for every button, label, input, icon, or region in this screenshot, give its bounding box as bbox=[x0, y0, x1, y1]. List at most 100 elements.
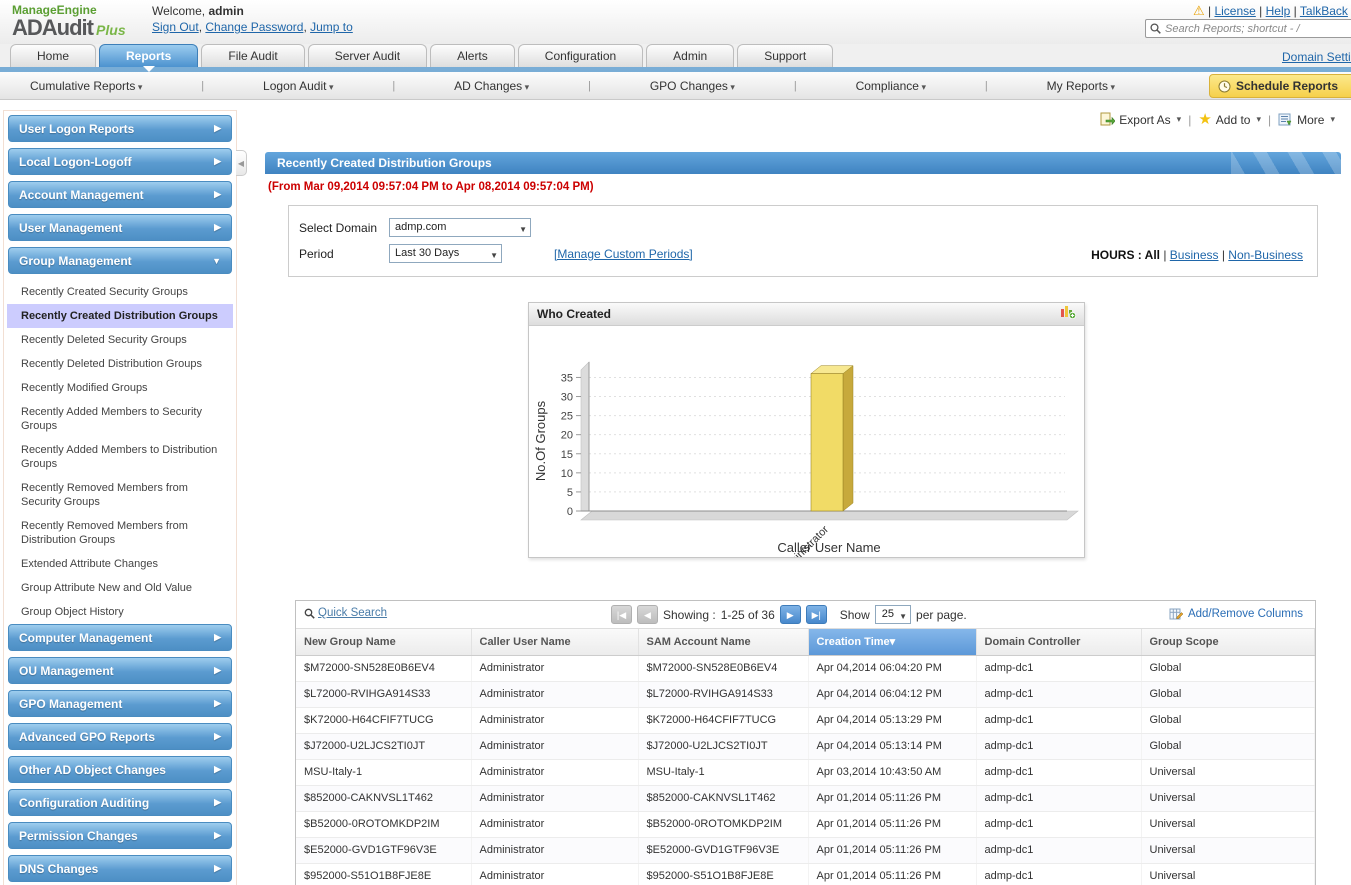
sidebar-section-dns-changes[interactable]: DNS Changes▶ bbox=[8, 855, 232, 882]
next-page-button[interactable]: ▶ bbox=[780, 605, 801, 624]
cell: $M72000-SN528E0B6EV4 bbox=[638, 655, 808, 681]
subnav-gpo-changes[interactable]: GPO Changes bbox=[650, 79, 735, 93]
domain-select[interactable]: admp.com bbox=[389, 218, 531, 237]
chevron-right-icon: ▶ bbox=[214, 764, 221, 775]
sidebar-section-label: Group Management bbox=[19, 254, 212, 268]
bar-administrator bbox=[811, 374, 843, 511]
column-header-domain-controller[interactable]: Domain Controller bbox=[976, 629, 1141, 655]
sidebar-item-recently-removed-members-from-distribution-groups[interactable]: Recently Removed Members from Distributi… bbox=[7, 514, 233, 552]
table-row[interactable]: $K72000-H64CFIF7TUCGAdministrator$K72000… bbox=[296, 707, 1315, 733]
period-select[interactable]: Last 30 Days bbox=[389, 244, 502, 263]
quick-search-link[interactable]: Quick Search bbox=[304, 607, 387, 619]
sidebar-item-recently-created-security-groups[interactable]: Recently Created Security Groups bbox=[7, 280, 233, 304]
sidebar-section-permission-changes[interactable]: Permission Changes▶ bbox=[8, 822, 232, 849]
subnav-compliance[interactable]: Compliance bbox=[856, 79, 926, 93]
tab-alerts[interactable]: Alerts bbox=[430, 44, 515, 67]
tab-server-audit[interactable]: Server Audit bbox=[308, 44, 427, 67]
table-row[interactable]: $L72000-RVIHGA914S33Administrator$L72000… bbox=[296, 681, 1315, 707]
manage-custom-periods-link[interactable]: [Manage Custom Periods] bbox=[554, 247, 693, 261]
warning-icon[interactable]: ⚠ bbox=[1193, 3, 1205, 18]
column-header-caller-user-name[interactable]: Caller User Name bbox=[471, 629, 638, 655]
top-link-talkback[interactable]: TalkBack bbox=[1300, 4, 1348, 18]
table-row[interactable]: $852000-CAKNVSL1T462Administrator$852000… bbox=[296, 785, 1315, 811]
table-row[interactable]: MSU-Italy-1AdministratorMSU-Italy-1Apr 0… bbox=[296, 759, 1315, 785]
svg-text:15: 15 bbox=[561, 449, 573, 461]
cell: $852000-CAKNVSL1T462 bbox=[296, 785, 471, 811]
sidebar-item-group-attribute-new-and-old-value[interactable]: Group Attribute New and Old Value bbox=[7, 576, 233, 600]
chart-type-icon[interactable] bbox=[1060, 303, 1076, 319]
who-created-chart-panel: Who Created 05101520253035administratorC… bbox=[528, 302, 1085, 558]
subnav-cumulative-reports[interactable]: Cumulative Reports bbox=[30, 79, 142, 93]
hours-business-link[interactable]: Business bbox=[1170, 248, 1219, 262]
sidebar-section-configuration-auditing[interactable]: Configuration Auditing▶ bbox=[8, 789, 232, 816]
add-to-button[interactable]: ★ Add to bbox=[1198, 113, 1261, 127]
select-domain-label: Select Domain bbox=[299, 221, 389, 235]
export-icon bbox=[1100, 112, 1115, 127]
sidebar-item-recently-modified-groups[interactable]: Recently Modified Groups bbox=[7, 376, 233, 400]
tab-bar: HomeReportsFile AuditServer AuditAlertsC… bbox=[0, 44, 1351, 67]
hours-all-label[interactable]: HOURS : All bbox=[1091, 248, 1160, 262]
sidebar-item-recently-added-members-to-security-groups[interactable]: Recently Added Members to Security Group… bbox=[7, 400, 233, 438]
who-created-chart: 05101520253035administratorCaller User N… bbox=[529, 326, 1084, 560]
sidebar-section-user-logon-reports[interactable]: User Logon Reports▶ bbox=[8, 115, 232, 142]
app-logo: ManageEngine ADAudit Plus bbox=[12, 4, 126, 39]
table-row[interactable]: $952000-S51O1B8FJE8EAdministrator$952000… bbox=[296, 863, 1315, 885]
subnav-my-reports[interactable]: My Reports bbox=[1047, 79, 1115, 93]
table-row[interactable]: $J72000-U2LJCS2TI0JTAdministrator$J72000… bbox=[296, 733, 1315, 759]
search-input[interactable]: Search Reports; shortcut - / bbox=[1145, 19, 1351, 38]
tab-configuration[interactable]: Configuration bbox=[518, 44, 643, 67]
column-header-new-group-name[interactable]: New Group Name bbox=[296, 629, 471, 655]
schedule-reports-button[interactable]: Schedule Reports bbox=[1209, 74, 1351, 98]
tab-support[interactable]: Support bbox=[737, 44, 833, 67]
username: admin bbox=[208, 4, 243, 18]
domain-settings-link[interactable]: Domain Settings bbox=[1282, 50, 1351, 64]
sidebar-section-ou-management[interactable]: OU Management▶ bbox=[8, 657, 232, 684]
hours-filter: HOURS : All | Business | Non-Business bbox=[1091, 248, 1303, 262]
header-link-sign-out[interactable]: Sign Out bbox=[152, 20, 199, 34]
last-page-button[interactable]: ▶| bbox=[806, 605, 827, 624]
subnav-ad-changes[interactable]: AD Changes bbox=[454, 79, 529, 93]
table-row[interactable]: $E52000-GVD1GTF96V3EAdministrator$E52000… bbox=[296, 837, 1315, 863]
header-link-jump-to[interactable]: Jump to bbox=[310, 20, 353, 34]
report-toolbar: Export As | ★ Add to | More bbox=[1100, 112, 1335, 127]
column-header-group-scope[interactable]: Group Scope bbox=[1141, 629, 1315, 655]
hours-nonbusiness-link[interactable]: Non-Business bbox=[1228, 248, 1303, 262]
add-remove-columns-link[interactable]: Add/Remove Columns bbox=[1169, 607, 1303, 621]
titlebar-stripes bbox=[1231, 152, 1341, 174]
sidebar-item-recently-created-distribution-groups[interactable]: Recently Created Distribution Groups bbox=[7, 304, 233, 328]
sidebar-item-recently-deleted-security-groups[interactable]: Recently Deleted Security Groups bbox=[7, 328, 233, 352]
column-header-creation-time[interactable]: Creation Time▾ bbox=[808, 629, 976, 655]
page-size-select[interactable]: 25 bbox=[875, 605, 911, 624]
tab-home[interactable]: Home bbox=[10, 44, 96, 67]
first-page-button[interactable]: |◀ bbox=[611, 605, 632, 624]
sidebar-item-recently-added-members-to-distribution-groups[interactable]: Recently Added Members to Distribution G… bbox=[7, 438, 233, 476]
sidebar-item-group-object-history[interactable]: Group Object History bbox=[7, 600, 233, 624]
tab-admin[interactable]: Admin bbox=[646, 44, 734, 67]
tab-file-audit[interactable]: File Audit bbox=[201, 44, 304, 67]
column-header-sam-account-name[interactable]: SAM Account Name bbox=[638, 629, 808, 655]
export-as-button[interactable]: Export As bbox=[1100, 112, 1181, 127]
subnav-logon-audit[interactable]: Logon Audit bbox=[263, 79, 333, 93]
sidebar-section-account-management[interactable]: Account Management▶ bbox=[8, 181, 232, 208]
sidebar-section-gpo-management[interactable]: GPO Management▶ bbox=[8, 690, 232, 717]
sidebar-item-recently-removed-members-from-security-groups[interactable]: Recently Removed Members from Security G… bbox=[7, 476, 233, 514]
sidebar-collapse-handle[interactable]: ◀ bbox=[236, 150, 247, 176]
table-row[interactable]: $M72000-SN528E0B6EV4Administrator$M72000… bbox=[296, 655, 1315, 681]
sidebar-item-recently-deleted-distribution-groups[interactable]: Recently Deleted Distribution Groups bbox=[7, 352, 233, 376]
header-link-change-password[interactable]: Change Password bbox=[205, 20, 303, 34]
more-button[interactable]: More bbox=[1278, 113, 1335, 127]
sidebar-section-computer-management[interactable]: Computer Management▶ bbox=[8, 624, 232, 651]
top-link-help[interactable]: Help bbox=[1266, 4, 1291, 18]
sidebar-section-user-management[interactable]: User Management▶ bbox=[8, 214, 232, 241]
sidebar-item-extended-attribute-changes[interactable]: Extended Attribute Changes bbox=[7, 552, 233, 576]
sidebar-section-local-logon-logoff[interactable]: Local Logon-Logoff▶ bbox=[8, 148, 232, 175]
table-row[interactable]: $B52000-0ROTOMKDP2IMAdministrator$B52000… bbox=[296, 811, 1315, 837]
cell: $B52000-0ROTOMKDP2IM bbox=[638, 811, 808, 837]
top-link-license[interactable]: License bbox=[1214, 4, 1255, 18]
sidebar-section-other-ad-object-changes[interactable]: Other AD Object Changes▶ bbox=[8, 756, 232, 783]
sidebar-section-group-management[interactable]: Group Management▼ bbox=[8, 247, 232, 274]
cell: admp-dc1 bbox=[976, 863, 1141, 885]
prev-page-button[interactable]: ◀ bbox=[637, 605, 658, 624]
sidebar-section-advanced-gpo-reports[interactable]: Advanced GPO Reports▶ bbox=[8, 723, 232, 750]
tab-reports[interactable]: Reports bbox=[99, 44, 198, 67]
